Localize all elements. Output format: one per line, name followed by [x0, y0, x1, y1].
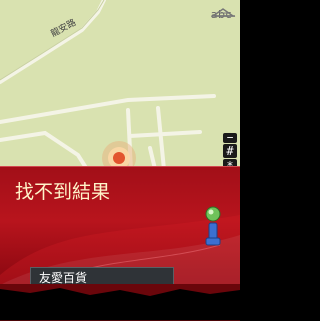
signal-icon — [210, 8, 236, 17]
hash-button[interactable]: # — [223, 144, 237, 158]
map-view[interactable]: 龍安路 abc − # * + — [0, 0, 240, 190]
bottom-bar — [0, 284, 240, 320]
zoom-out-button[interactable]: − — [223, 132, 237, 143]
page-title: 找不到結果 — [15, 181, 111, 203]
location-marker[interactable] — [113, 152, 125, 164]
map-roads — [0, 0, 216, 190]
decorative-edge — [0, 284, 240, 296]
status-bar: abc — [210, 6, 236, 22]
info-icon[interactable] — [204, 205, 222, 247]
